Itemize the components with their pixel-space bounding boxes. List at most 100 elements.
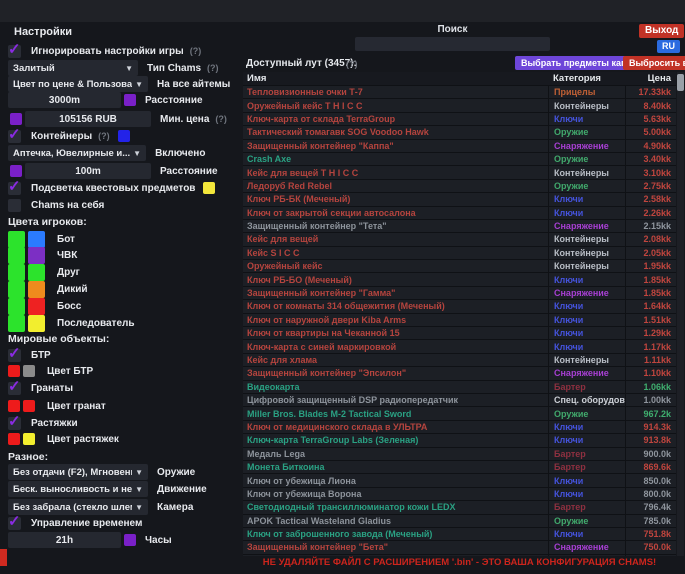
table-row[interactable]: Ледоруб Red RebelОружие2.75kk (243, 180, 676, 193)
color-swatch[interactable] (203, 182, 215, 194)
table-row[interactable]: Защищенный контейнер "Эпсилон"Снаряжение… (243, 367, 676, 380)
checkbox[interactable]: ✓ (8, 182, 21, 195)
table-row[interactable]: Ключ-карта от склада TerraGroupКлючи5.63… (243, 113, 676, 126)
table-row[interactable]: Кейс для хламаКонтейнеры1.11kk (243, 354, 676, 367)
table-row[interactable]: Ключ от наружной двери Kiba ArmsКлючи1.5… (243, 314, 676, 327)
checkbox[interactable]: ✓ (8, 517, 21, 530)
checkbox-label: Управление временем (31, 518, 142, 529)
table-row[interactable]: Кейс S I C CКонтейнеры2.05kk (243, 247, 676, 260)
color-swatch[interactable] (8, 400, 20, 412)
table-row[interactable]: Монета БиткоинаБартер869.6k (243, 461, 676, 474)
scrollbar-thumb[interactable] (677, 74, 684, 91)
color-swatch[interactable] (8, 281, 25, 298)
accent-swatch[interactable] (10, 165, 22, 177)
accent-swatch[interactable] (124, 534, 136, 546)
color-row-label: Цвет растяжек (47, 434, 119, 445)
checkbox[interactable]: ✓ (8, 382, 21, 395)
dropdown[interactable]: Аптечка, Ювелирные и...▼ (8, 145, 146, 161)
dropdown[interactable]: Без забрала (стекло шлема)▼ (8, 499, 148, 515)
table-row[interactable]: Кейс для вещей T H I C CКонтейнеры3.10kk (243, 166, 676, 179)
table-row[interactable]: APOK Tactical Wasteland GladiusОружие785… (243, 515, 676, 528)
item-price: 1.51kk (625, 314, 676, 326)
table-row[interactable]: Ключ от закрытой секции автосалонаКлючи2… (243, 207, 676, 220)
color-swatch[interactable] (8, 365, 20, 377)
checkbox[interactable] (8, 199, 21, 212)
table-row[interactable]: Crash AxeОружие3.40kk (243, 153, 676, 166)
item-category: Ключи (548, 207, 625, 219)
color-swatch[interactable] (28, 298, 45, 315)
color-swatch[interactable] (8, 247, 25, 264)
row-label: Часы (145, 535, 172, 546)
help-hint: (?) (346, 59, 358, 69)
dropdown[interactable]: Беск. выносливость и нет уста▼ (8, 481, 148, 497)
item-category: Контейнеры (548, 99, 625, 111)
table-row[interactable]: Ключ от медицинского склада в УЛЬТРАКлюч… (243, 421, 676, 434)
color-swatch[interactable] (8, 231, 25, 248)
table-row[interactable]: Светодиодный трансиллюминатор кожи LEDXБ… (243, 501, 676, 514)
table-row[interactable]: Защищенный контейнер "Каппа"Снаряжение4.… (243, 140, 676, 153)
table-row[interactable]: Оружейный кейсКонтейнеры1.95kk (243, 260, 676, 273)
table-row[interactable]: Защищенный контейнер "Бета"Снаряжение750… (243, 541, 676, 554)
color-swatch[interactable] (118, 130, 130, 142)
item-category: Ключи (548, 488, 625, 500)
table-row[interactable]: Медаль LegaБартер900.0k (243, 448, 676, 461)
table-row[interactable] (243, 555, 676, 556)
table-row[interactable]: Кейс для вещейКонтейнеры2.08kk (243, 233, 676, 246)
table-row[interactable]: Тепловизионные очки Т-7Прицелы17.33kk (243, 86, 676, 99)
accent-swatch[interactable] (124, 94, 136, 106)
table-row[interactable]: Ключ от заброшенного завода (Меченый)Клю… (243, 528, 676, 541)
sidebar-row: Аптечка, Ювелирные и...▼Включено (8, 145, 205, 161)
table-row[interactable]: Защищенный контейнер "Гамма"Снаряжение1.… (243, 287, 676, 300)
color-swatch[interactable] (28, 264, 45, 281)
color-swatch[interactable] (28, 281, 45, 298)
section-heading: Цвета игроков: (8, 216, 87, 228)
checkmark-icon: ✓ (8, 377, 21, 395)
table-row[interactable]: Ключ от комнаты 314 общежития (Меченый)К… (243, 300, 676, 313)
color-swatch[interactable] (8, 433, 20, 445)
table-row[interactable]: Ключ от убежища ВоронаКлючи800.0k (243, 488, 676, 501)
color-swatch[interactable] (23, 400, 35, 412)
discard-all-button[interactable]: Выбросить все (623, 56, 685, 70)
accent-swatch[interactable] (10, 113, 22, 125)
table-scrollbar[interactable] (677, 72, 684, 556)
color-swatch[interactable] (23, 365, 35, 377)
table-row[interactable]: Ключ-карта TerraGroup Labs (Зеленая)Ключ… (243, 434, 676, 447)
color-swatch[interactable] (23, 433, 35, 445)
language-button[interactable]: RU (657, 40, 680, 53)
checkbox[interactable]: ✓ (8, 349, 21, 362)
table-row[interactable]: Защищенный контейнер "Тета"Снаряжение2.1… (243, 220, 676, 233)
column-header-name[interactable]: Имя (243, 73, 548, 84)
item-category: Ключи (548, 113, 625, 125)
text-input[interactable]: 21h (8, 532, 121, 548)
dropdown[interactable]: Залитый▼ (8, 60, 138, 76)
color-swatch[interactable] (28, 247, 45, 264)
table-row[interactable]: Ключ-карта с синей маркировкойКлючи1.17k… (243, 340, 676, 353)
checkbox[interactable]: ✓ (8, 45, 21, 58)
checkbox[interactable]: ✓ (8, 130, 21, 143)
table-row[interactable]: Тактический томагавк SOG Voodoo HawkОруж… (243, 126, 676, 139)
text-input[interactable]: 3000m (8, 92, 121, 108)
dropdown[interactable]: Без отдачи (F2), Мгновенное п▼ (8, 464, 148, 480)
dropdown[interactable]: Цвет по цене & Пользователь▼ (8, 76, 148, 92)
exit-button[interactable]: Выход (639, 24, 684, 38)
table-row[interactable]: Цифровой защищенный DSP радиопередатчикС… (243, 394, 676, 407)
column-header-price[interactable]: Цена (625, 72, 676, 85)
search-input[interactable] (355, 37, 550, 51)
table-row[interactable]: Miller Bros. Blades M-2 Tactical SwordОр… (243, 407, 676, 420)
color-swatch[interactable] (8, 264, 25, 281)
item-category: Бартер (548, 461, 625, 473)
color-swatch[interactable] (8, 315, 25, 332)
color-swatch[interactable] (8, 298, 25, 315)
table-row[interactable]: ВидеокартаБартер1.06kk (243, 381, 676, 394)
text-input[interactable]: 105156 RUB (25, 111, 151, 127)
column-header-category[interactable]: Категория (548, 72, 625, 85)
table-row[interactable]: Ключ от квартиры на Чеканной 15Ключи1.29… (243, 327, 676, 340)
color-swatch[interactable] (28, 315, 45, 332)
checkbox[interactable]: ✓ (8, 417, 21, 430)
color-swatch[interactable] (28, 231, 45, 248)
table-row[interactable]: Оружейный кейс T H I C CКонтейнеры8.40kk (243, 99, 676, 112)
text-input[interactable]: 100m (25, 163, 151, 179)
table-row[interactable]: Ключ от убежища ЛионаКлючи850.0k (243, 474, 676, 487)
table-row[interactable]: Ключ РБ-БК (Меченый)Ключи2.58kk (243, 193, 676, 206)
table-row[interactable]: Ключ РБ-БО (Меченый)Ключи1.85kk (243, 273, 676, 286)
